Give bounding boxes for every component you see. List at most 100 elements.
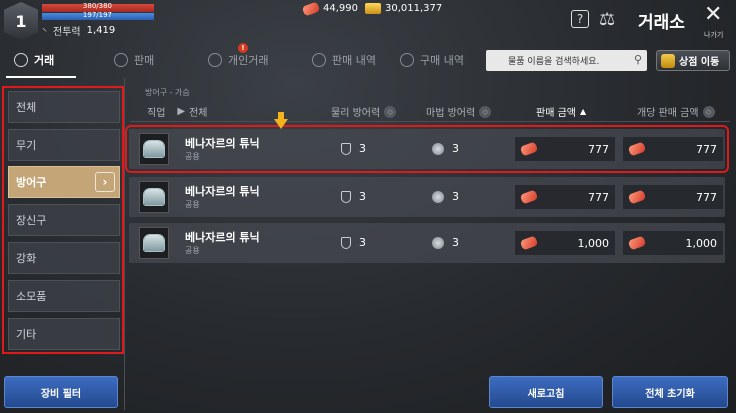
equipment-filter-button[interactable]: 장비 필터	[4, 376, 118, 408]
unit-price-box: 777	[623, 137, 723, 161]
sidebar-item-label: 무기	[16, 139, 37, 152]
tab-sell[interactable]: 판매	[82, 46, 172, 74]
sort-icon: ◇	[702, 105, 715, 118]
trade-icon	[14, 53, 28, 67]
refresh-button[interactable]: 새로고침	[489, 376, 603, 408]
phys-def-value: 3	[341, 236, 366, 249]
tab-label: 구매 내역	[420, 54, 464, 67]
search-input[interactable]: 물품 이름을 검색하세요. ⚲	[486, 50, 647, 71]
tab-label: 판매 내역	[332, 54, 376, 67]
sidebar-item-enhance[interactable]: 강화	[8, 242, 120, 274]
tab-label: 거래	[34, 54, 55, 67]
chevron-right-icon: ›	[95, 172, 115, 192]
close-label: 나가기	[704, 31, 724, 39]
sidebar-item-weapon[interactable]: 무기	[8, 129, 120, 161]
price-value: 777	[588, 190, 609, 204]
shield-icon	[341, 236, 351, 249]
sidebar-item-label: 기타	[16, 328, 37, 341]
price-value: 1,000	[577, 236, 610, 250]
sort-ascending-icon: ▲	[579, 107, 587, 116]
search-icon[interactable]: ⚲	[634, 53, 642, 66]
price-box: 1,000	[515, 231, 615, 255]
phys-def-value: 3	[341, 190, 366, 203]
list-item[interactable]: 베나자르의 튜닉 공용 3 3 777 777	[125, 125, 729, 173]
unit-price-value: 777	[696, 142, 717, 156]
item-class: 공용	[185, 152, 200, 161]
mp-text: 197/197	[82, 11, 112, 19]
unit-price-column-header[interactable]: 개당 판매 금액 ◇	[637, 104, 715, 119]
mp-bar: 197/197	[42, 11, 154, 20]
help-icon[interactable]: ?	[571, 10, 589, 28]
down-arrow-marker-icon	[274, 112, 288, 129]
shop-move-button[interactable]: 상점 이동	[656, 50, 730, 71]
close-icon[interactable]: ✕	[704, 4, 722, 26]
item-name: 베나자르의 튜닉	[185, 231, 260, 244]
unit-price-box: 777	[623, 185, 723, 209]
gem-icon	[301, 1, 321, 16]
level-badge[interactable]: 1	[4, 2, 38, 40]
gold-currency: 30,011,377	[365, 3, 442, 14]
gem-icon	[519, 189, 539, 205]
sidebar-item-accessory[interactable]: 장신구	[8, 204, 120, 236]
breadcrumb: 방어구 - 가슴	[145, 88, 190, 97]
sort-icon: ◇	[384, 105, 397, 118]
phys-def-column-header[interactable]: 물리 방어력 ◇	[331, 104, 397, 119]
tab-label: 판매	[134, 54, 155, 67]
mag-def-value: 3	[432, 142, 459, 155]
item-class: 공용	[185, 246, 200, 255]
price-column-header[interactable]: 판매 금액 ▲	[536, 104, 586, 119]
sidebar-item-label: 장신구	[16, 214, 47, 227]
tab-trade[interactable]: 거래	[0, 46, 82, 78]
job-column-header[interactable]: 직업 ▶ 전체	[147, 104, 208, 119]
tab-purchase-history[interactable]: 구매 내역	[394, 46, 484, 74]
gem-icon	[627, 189, 647, 205]
sidebar-item-armor[interactable]: 방어구 ›	[8, 166, 120, 198]
mag-def-column-header[interactable]: 마법 방어력 ◇	[426, 104, 492, 119]
sidebar-divider	[124, 78, 125, 410]
sidebar-item-label: 소모품	[16, 290, 47, 303]
unit-price-value: 1,000	[685, 236, 718, 250]
phys-def-number: 3	[359, 190, 366, 203]
sidebar-item-all[interactable]: 전체	[8, 91, 120, 123]
reset-all-button[interactable]: 전체 초기화	[612, 376, 728, 408]
sword-icon: ⸌	[42, 26, 47, 38]
price-box: 777	[515, 185, 615, 209]
magic-orb-icon	[432, 236, 444, 249]
gold-icon	[365, 3, 381, 14]
gem-icon	[519, 235, 539, 251]
unit-price-value: 777	[696, 190, 717, 204]
job-header-label: 직업	[147, 108, 166, 119]
top-bar: 1 380/380 197/197 ⸌ 전투력 1,419 44,990 30,…	[0, 0, 736, 44]
list-item[interactable]: 베나자르의 튜닉 공용 3 3 1,000 1,000	[129, 223, 725, 263]
shop-button-label: 상점 이동	[679, 57, 720, 68]
phys-def-number: 3	[359, 142, 366, 155]
price-value: 777	[588, 142, 609, 156]
item-name: 베나자르의 튜닉	[185, 185, 260, 198]
shield-icon	[341, 190, 351, 203]
sidebar-item-etc[interactable]: 기타	[8, 318, 120, 350]
magic-orb-icon	[432, 190, 444, 203]
tab-sales-history[interactable]: 판매 내역	[298, 46, 394, 74]
shop-icon	[661, 53, 675, 68]
search-placeholder: 물품 이름을 검색하세요.	[508, 57, 600, 67]
gem-icon	[627, 235, 647, 251]
combat-power: ⸌ 전투력 1,419	[42, 23, 115, 38]
item-name: 베나자르의 튜닉	[185, 137, 260, 150]
sidebar-item-label: 방어구	[16, 176, 47, 189]
price-box: 777	[515, 137, 615, 161]
mag-def-value: 3	[432, 190, 459, 203]
tunic-item-icon	[139, 133, 169, 165]
sidebar-item-consumable[interactable]: 소모품	[8, 280, 120, 312]
mag-def-header-label: 마법 방어력	[426, 108, 476, 119]
level-value: 1	[15, 11, 27, 31]
category-sidebar: 전체 무기 방어구 › 장신구 강화 소모품 기타	[2, 86, 124, 354]
sell-icon	[114, 53, 128, 67]
list-item[interactable]: 베나자르의 튜닉 공용 3 3 777 777	[129, 177, 725, 217]
tunic-item-icon	[139, 227, 169, 259]
gem-icon	[519, 141, 539, 157]
unit-price-header-label: 개당 판매 금액	[637, 108, 699, 119]
tab-personal-trade[interactable]: 개인거래 !	[172, 43, 298, 74]
gem-amount: 44,990	[323, 3, 358, 14]
scale-icon: ⚖	[599, 9, 616, 30]
sidebar-item-label: 강화	[16, 252, 37, 265]
